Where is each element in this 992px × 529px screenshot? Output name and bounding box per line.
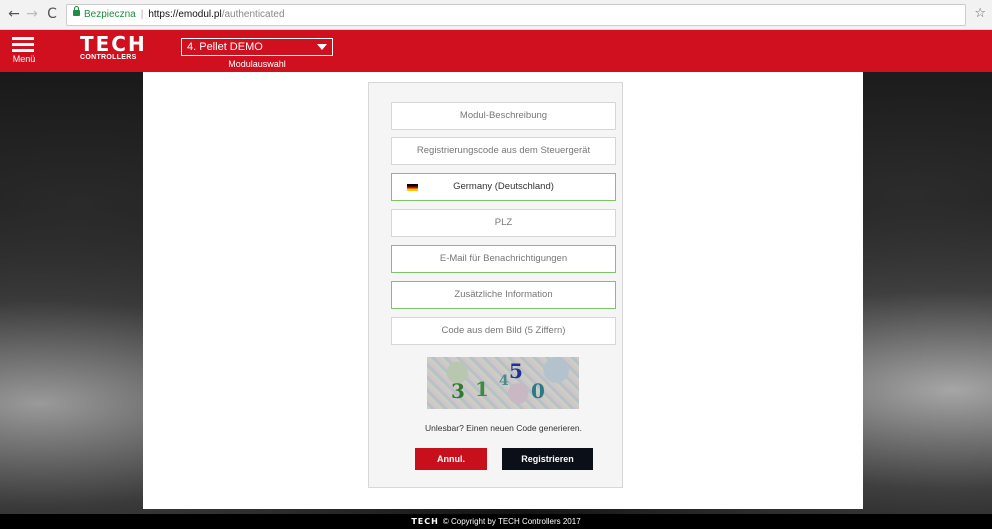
germany-flag-icon xyxy=(407,184,418,191)
captcha-code-input[interactable]: Code aus dem Bild (5 Ziffern) xyxy=(391,317,616,345)
tech-controllers-logo: TECH CONTROLLERS xyxy=(80,32,160,67)
app-header: Menü TECH CONTROLLERS 4. Pellet DEMO Mod… xyxy=(0,30,992,72)
menu-label: Menü xyxy=(12,54,36,64)
notification-email-input[interactable]: E-Mail für Benachrichtigungen xyxy=(391,245,616,273)
register-button[interactable]: Registrieren xyxy=(502,448,593,470)
back-arrow-icon[interactable]: ← xyxy=(6,6,22,22)
url-host: https://emodul.pl xyxy=(148,9,222,20)
footer: TECH © Copyright by TECH Controllers 2017 xyxy=(0,514,992,529)
module-select[interactable]: 4. Pellet DEMO xyxy=(181,38,333,56)
captcha-char: 0 xyxy=(531,379,545,403)
additional-info-input[interactable]: Zusätzliche Information xyxy=(391,281,616,309)
logo-sub: CONTROLLERS xyxy=(80,54,137,61)
caret-down-icon xyxy=(317,44,327,50)
captcha-char: 4 xyxy=(499,373,509,389)
footer-logo: TECH xyxy=(411,517,439,526)
captcha-char: 3 xyxy=(451,379,465,403)
cancel-button[interactable]: Annul. xyxy=(415,448,487,470)
secure-label: Bezpieczna xyxy=(84,9,136,20)
module-select-label: Modulauswahl xyxy=(228,59,286,69)
registration-code-input[interactable]: Registrierungscode aus dem Steuergerät xyxy=(391,137,616,165)
module-select-value: 4. Pellet DEMO xyxy=(187,41,263,53)
menu-button[interactable]: Menü xyxy=(6,34,42,68)
bookmark-star-icon[interactable]: ☆ xyxy=(974,6,986,21)
url-path: /authenticated xyxy=(221,9,285,20)
captcha-char: 5 xyxy=(509,359,523,383)
hamburger-icon xyxy=(12,37,34,53)
lock-icon xyxy=(73,6,80,17)
browser-toolbar: ← → C Bezpieczna | https://emodul.pl/authe… xyxy=(0,0,992,30)
forward-arrow-icon[interactable]: → xyxy=(24,6,40,22)
url-separator: | xyxy=(140,9,144,20)
logo-main: TECH xyxy=(80,32,147,56)
regenerate-captcha-link[interactable]: Unlesbar? Einen neuen Code generieren. xyxy=(391,423,616,433)
captcha-image: 3 1 4 5 0 xyxy=(427,357,579,409)
captcha-char: 1 xyxy=(475,377,489,401)
country-select-value: Germany (Deutschland) xyxy=(453,181,554,192)
postal-code-input[interactable]: PLZ xyxy=(391,209,616,237)
country-select[interactable]: Germany (Deutschland) xyxy=(391,173,616,201)
footer-copyright: © Copyright by TECH Controllers 2017 xyxy=(442,517,581,526)
address-bar[interactable]: Bezpieczna | https://emodul.pl/authenticat… xyxy=(66,4,966,26)
reload-icon[interactable]: C xyxy=(44,6,60,22)
module-description-input[interactable]: Modul-Beschreibung xyxy=(391,102,616,130)
